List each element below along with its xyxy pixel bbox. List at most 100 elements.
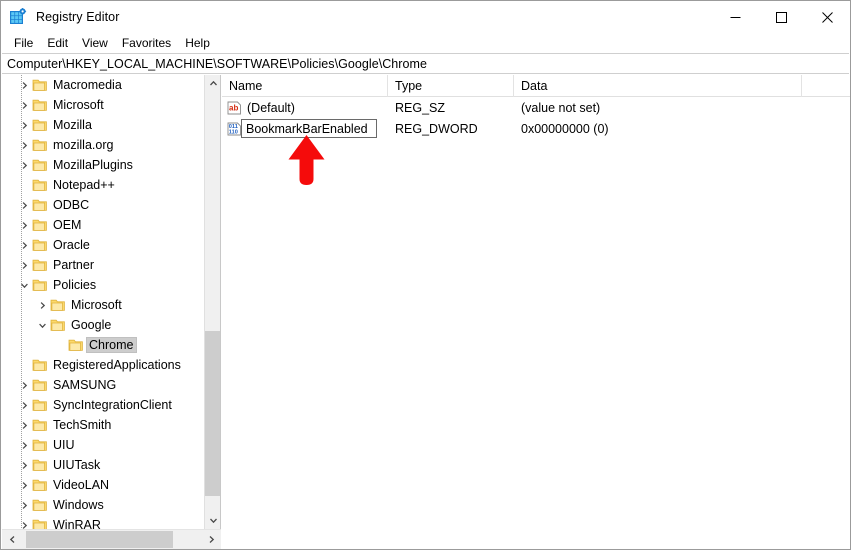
tree-leaf-spacer [52, 337, 68, 353]
chevron-right-icon[interactable] [16, 477, 32, 493]
tree-item[interactable]: SyncIntegrationClient [2, 395, 205, 415]
tree-item-label: Google [71, 318, 112, 332]
folder-icon [32, 78, 48, 92]
folder-icon [32, 238, 48, 252]
tree-item-label: WinRAR [53, 518, 101, 529]
tree-leaf-spacer [16, 357, 32, 373]
tree-item[interactable]: Partner [2, 255, 205, 275]
chevron-right-icon[interactable] [16, 137, 32, 153]
chevron-right-icon[interactable] [16, 457, 32, 473]
chevron-right-icon[interactable] [16, 197, 32, 213]
chevron-right-icon[interactable] [34, 297, 50, 313]
tree-item[interactable]: Windows [2, 495, 205, 515]
tree-item-label: UIU [53, 438, 75, 452]
chevron-down-icon[interactable] [16, 277, 32, 293]
minimize-button[interactable] [712, 1, 758, 33]
tree-item-label: Oracle [53, 238, 90, 252]
scroll-left-icon[interactable] [2, 530, 22, 549]
tree-vertical-scroll-thumb[interactable] [205, 331, 220, 496]
tree-item-selected[interactable]: Chrome [2, 335, 205, 355]
tree-item[interactable]: TechSmith [2, 415, 205, 435]
tree-horizontal-scrollbar[interactable] [2, 529, 221, 549]
tree-item-label: Policies [53, 278, 97, 292]
menu-item-favorites[interactable]: Favorites [115, 34, 178, 52]
chevron-right-icon[interactable] [16, 257, 32, 273]
tree-item[interactable]: RegisteredApplications [2, 355, 205, 375]
registry-tree[interactable]: Macromedia Microsoft Mozilla mozilla.org Moz… [2, 75, 205, 529]
chevron-right-icon[interactable] [16, 217, 32, 233]
value-row[interactable]: ab (Default) REG_SZ (value not set) [222, 97, 850, 118]
chevron-right-icon[interactable] [16, 237, 32, 253]
menu-item-file[interactable]: File [7, 34, 40, 52]
folder-icon [68, 338, 84, 352]
tree-item-label: Microsoft [71, 298, 122, 312]
folder-icon [32, 438, 48, 452]
close-button[interactable] [804, 1, 850, 33]
menu-item-edit[interactable]: Edit [40, 34, 75, 52]
value-data-cell: (value not set) [521, 100, 601, 115]
folder-icon [32, 518, 48, 529]
column-header-type[interactable]: Type [388, 75, 514, 97]
chevron-right-icon[interactable] [16, 117, 32, 133]
tree-item[interactable]: Macromedia [2, 75, 205, 95]
chevron-right-icon[interactable] [16, 497, 32, 513]
tree-vertical-scrollbar[interactable] [204, 75, 220, 529]
tree-item[interactable]: Policies [2, 275, 205, 295]
tree-item[interactable]: SAMSUNG [2, 375, 205, 395]
svg-text:ab: ab [229, 103, 238, 112]
chevron-down-icon[interactable] [34, 317, 50, 333]
string-value-icon: ab [227, 101, 242, 115]
value-rename-input[interactable]: BookmarkBarEnabled [241, 119, 377, 138]
scroll-up-icon[interactable] [205, 75, 220, 92]
chevron-right-icon[interactable] [16, 377, 32, 393]
tree-item[interactable]: VideoLAN [2, 475, 205, 495]
tree-item[interactable]: Microsoft [2, 95, 205, 115]
chevron-right-icon[interactable] [16, 157, 32, 173]
tree-item-label: VideoLAN [53, 478, 110, 492]
chevron-right-icon[interactable] [16, 77, 32, 93]
chevron-right-icon[interactable] [16, 417, 32, 433]
menu-bar: File Edit View Favorites Help [1, 33, 850, 53]
folder-icon [32, 258, 48, 272]
tree-item-label: MozillaPlugins [53, 158, 133, 172]
tree-item[interactable]: Oracle [2, 235, 205, 255]
registry-values-panel: Name Type Data ab (Default) REG_SZ (value n… [222, 75, 850, 549]
column-header-name[interactable]: Name [222, 75, 388, 97]
folder-icon [32, 458, 48, 472]
folder-icon [32, 98, 48, 112]
tree-item[interactable]: OEM [2, 215, 205, 235]
maximize-button[interactable] [758, 1, 804, 33]
folder-icon [32, 418, 48, 432]
chevron-right-icon[interactable] [16, 437, 32, 453]
tree-item[interactable]: MozillaPlugins [2, 155, 205, 175]
value-row[interactable]: BookmarkBarEnabled 011 110 REG_DWORD 0x00000… [222, 118, 850, 139]
tree-item[interactable]: Notepad++ [2, 175, 205, 195]
folder-icon [32, 158, 48, 172]
chevron-right-icon[interactable] [16, 97, 32, 113]
tree-item[interactable]: WinRAR [2, 515, 205, 529]
scroll-down-icon[interactable] [205, 512, 220, 529]
menu-item-help[interactable]: Help [178, 34, 217, 52]
tree-item[interactable]: ODBC [2, 195, 205, 215]
tree-item[interactable]: Microsoft [2, 295, 205, 315]
tree-item-label: mozilla.org [53, 138, 114, 152]
tree-item[interactable]: Mozilla [2, 115, 205, 135]
dword-value-icon: 011 110 [227, 122, 242, 136]
tree-item[interactable]: UIUTask [2, 455, 205, 475]
tree-item[interactable]: UIU [2, 435, 205, 455]
tree-item[interactable]: Google [2, 315, 205, 335]
column-header-data[interactable]: Data [514, 75, 802, 97]
values-list[interactable]: ab (Default) REG_SZ (value not set) Bookmark… [222, 97, 850, 139]
chevron-right-icon[interactable] [16, 397, 32, 413]
registry-path: Computer\HKEY_LOCAL_MACHINE\SOFTWARE\Pol… [7, 56, 427, 71]
folder-icon [32, 118, 48, 132]
tree-horizontal-scroll-thumb[interactable] [26, 531, 173, 548]
address-bar[interactable]: Computer\HKEY_LOCAL_MACHINE\SOFTWARE\Pol… [2, 53, 849, 74]
chevron-right-icon[interactable] [16, 517, 32, 529]
registry-tree-panel: Macromedia Microsoft Mozilla mozilla.org Moz… [2, 75, 221, 529]
tree-item-label: SyncIntegrationClient [53, 398, 172, 412]
scroll-right-icon[interactable] [201, 530, 221, 549]
tree-item[interactable]: mozilla.org [2, 135, 205, 155]
tree-leaf-spacer [16, 177, 32, 193]
menu-item-view[interactable]: View [75, 34, 115, 52]
